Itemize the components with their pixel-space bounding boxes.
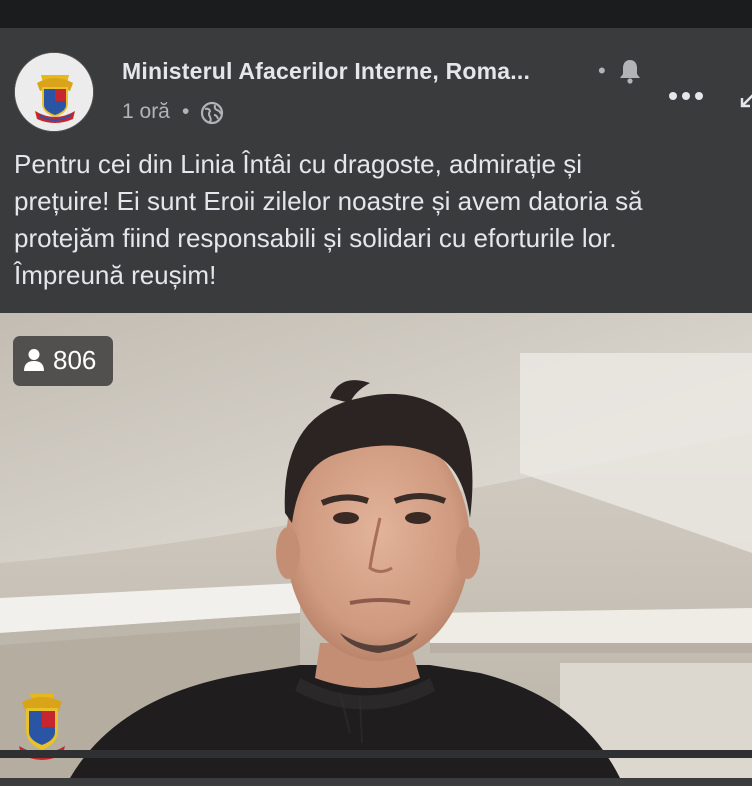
live-video[interactable]: 806 [0, 313, 752, 778]
bell-icon[interactable] [618, 58, 642, 84]
coat-of-arms-icon [15, 53, 93, 131]
name-separator: • [598, 58, 606, 83]
post-text: Pentru cei din Linia Întâi cu dragoste, … [14, 149, 643, 290]
video-frame [0, 313, 752, 778]
more-options-icon[interactable] [668, 90, 704, 102]
post-card: Ministerul Afacerilor Interne, Roma... •… [0, 28, 752, 786]
post-header: Ministerul Afacerilor Interne, Roma... •… [0, 28, 752, 132]
post-time[interactable]: 1 oră [122, 100, 170, 124]
page-avatar[interactable] [14, 52, 94, 132]
meta-separator: • [182, 100, 190, 123]
person-icon [24, 349, 44, 371]
viewer-count-badge: 806 [13, 336, 113, 386]
globe-icon [200, 101, 224, 125]
top-bar [0, 0, 752, 28]
page-name[interactable]: Ministerul Afacerilor Interne, Roma... [122, 58, 530, 85]
bottom-bar [0, 750, 752, 758]
share-icon[interactable] [738, 88, 752, 110]
viewer-count: 806 [53, 345, 97, 375]
